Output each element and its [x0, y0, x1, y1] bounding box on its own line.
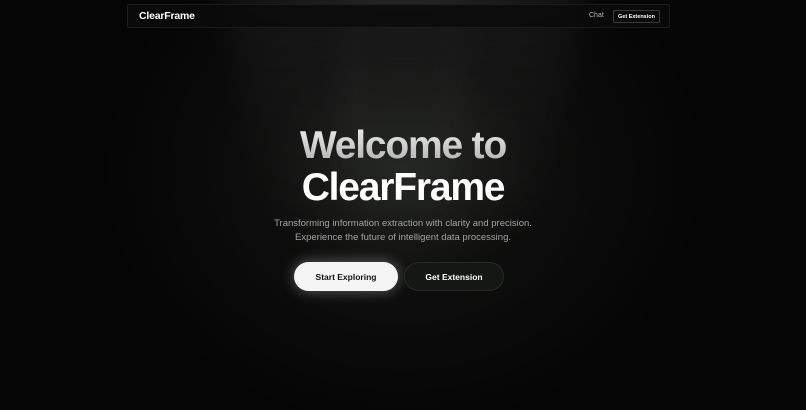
hero-title-line1: Welcome to — [0, 123, 806, 169]
nav-get-extension-button[interactable]: Get Extension — [613, 10, 660, 23]
nav-link-chat[interactable]: Chat — [589, 12, 604, 19]
hero-subtitle-line2: Experience the future of intelligent dat… — [295, 232, 511, 243]
hero-title-line2: ClearFrame — [301, 166, 506, 209]
top-navbar: ClearFrame Chat Get Extension — [127, 4, 670, 28]
start-exploring-button[interactable]: Start Exploring — [294, 262, 398, 291]
get-extension-button[interactable]: Get Extension — [404, 262, 504, 291]
hero-subtitle-line1: Transforming information extraction with… — [274, 218, 532, 229]
brand-logo[interactable]: ClearFrame — [139, 10, 195, 22]
